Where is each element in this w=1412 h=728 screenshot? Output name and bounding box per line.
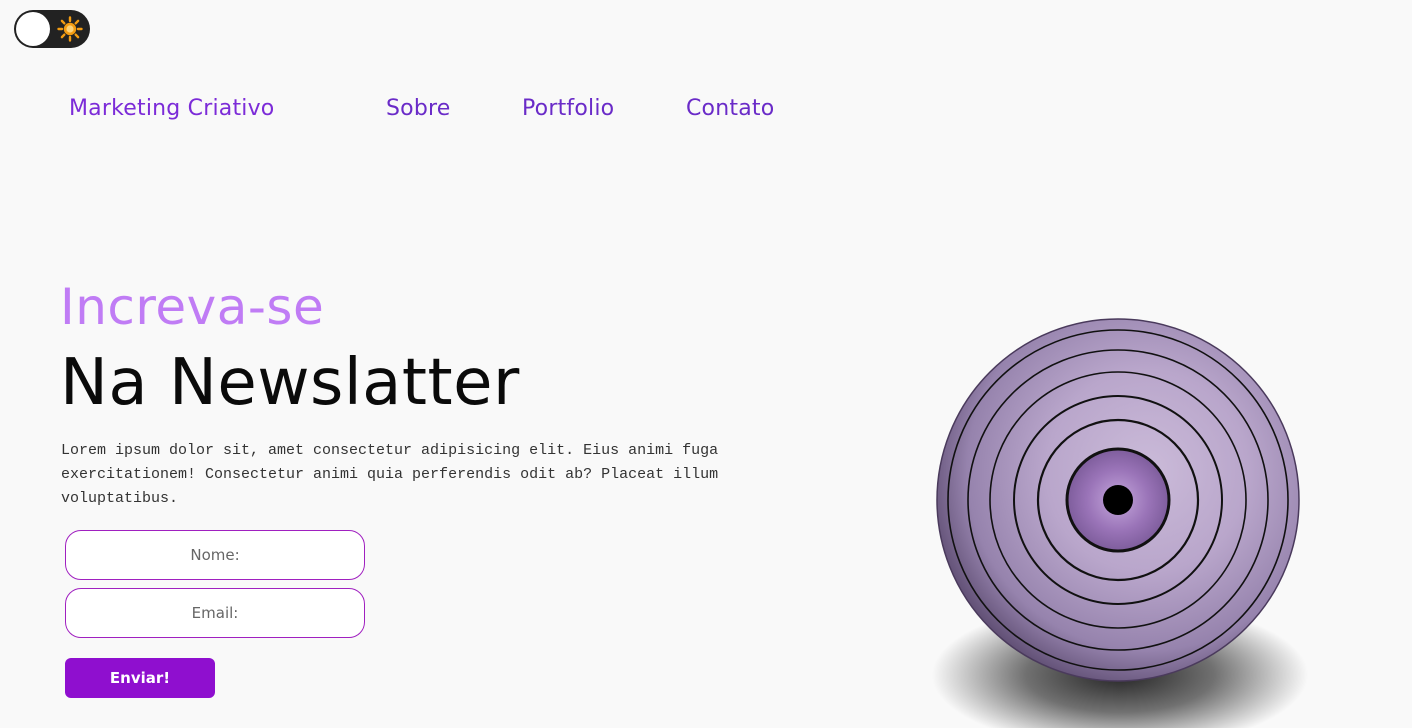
brand-link[interactable]: Marketing Criativo [69, 96, 274, 121]
nav-link-contato[interactable]: Contato [686, 96, 774, 121]
hero-headline: Na Newslatter [60, 346, 520, 420]
sphere-illustration [936, 318, 1300, 682]
hero-body-text: Lorem ipsum dolor sit, amet consectetur … [61, 442, 719, 507]
page: Marketing Criativo Sobre Portfolio Conta… [0, 0, 1412, 728]
submit-button[interactable]: Enviar! [65, 658, 215, 698]
hero-eyebrow: Increva-se [60, 278, 325, 336]
nav-link-sobre[interactable]: Sobre [386, 96, 451, 121]
sun-icon [57, 16, 83, 42]
email-input[interactable] [65, 588, 365, 638]
nav-link-portfolio[interactable]: Portfolio [522, 96, 614, 121]
name-input[interactable] [65, 530, 365, 580]
theme-toggle[interactable] [14, 10, 90, 48]
toggle-knob [16, 12, 50, 46]
